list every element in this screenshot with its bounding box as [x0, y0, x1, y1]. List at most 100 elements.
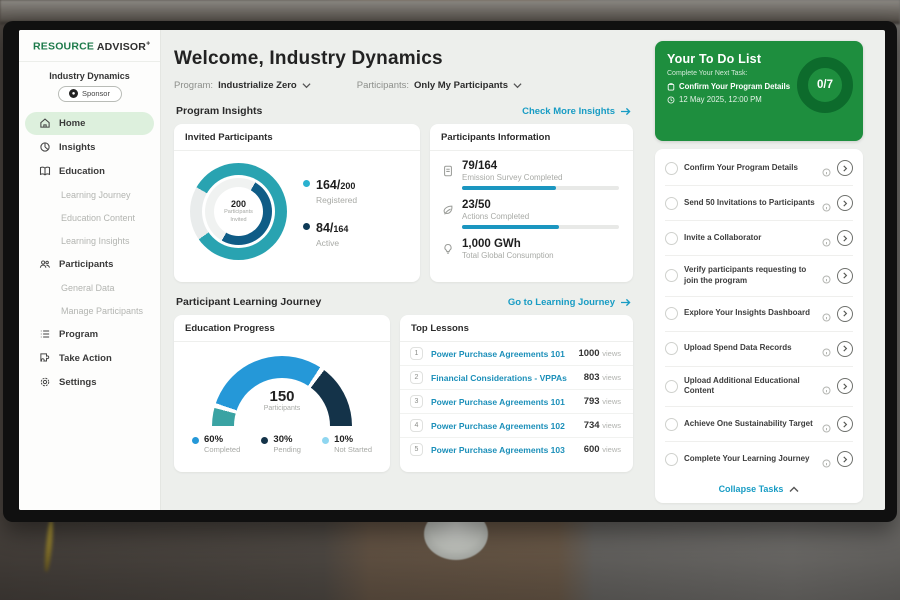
- chevron-up-icon: [789, 486, 799, 493]
- task-checkbox[interactable]: [665, 197, 678, 210]
- task-open-button[interactable]: [837, 160, 853, 176]
- sponsor-badge[interactable]: ● Sponsor: [58, 86, 122, 102]
- bulb-icon: [442, 242, 454, 254]
- task-open-button[interactable]: [837, 306, 853, 322]
- legend-not-started: 10%Not Started: [322, 434, 372, 454]
- sidebar-item-manage-participants[interactable]: Manage Participants: [25, 300, 154, 322]
- legend-registered: 164/200 Registered: [303, 176, 357, 205]
- sidebar: RESOURCE ADVISOR+ Industry Dynamics ● Sp…: [19, 30, 161, 510]
- sidebar-item-insights[interactable]: Insights: [25, 136, 154, 159]
- task-open-button[interactable]: [837, 416, 853, 432]
- education-gauge-legend: 60%Completed 30%Pending 10%Not Started: [184, 430, 380, 454]
- todo-due-date: 12 May 2025, 12:00 PM: [667, 95, 797, 104]
- people-icon: [39, 258, 51, 270]
- lesson-link[interactable]: Power Purchase Agreements 102: [431, 421, 584, 431]
- info-icon: [822, 382, 831, 391]
- section-title: Participant Learning Journey: [176, 296, 321, 308]
- todo-summary-card: Your To Do List Complete Your Next Task:…: [655, 41, 863, 141]
- sidebar-item-settings[interactable]: Settings: [25, 371, 154, 394]
- sidebar-item-learning-insights[interactable]: Learning Insights: [25, 230, 154, 252]
- task-open-button[interactable]: [837, 451, 853, 467]
- task-row: Achieve One Sustainability Target: [665, 407, 853, 442]
- gear-icon: [39, 376, 51, 388]
- participants-dropdown[interactable]: Participants: Only My Participants: [357, 80, 522, 91]
- task-open-button[interactable]: [837, 341, 853, 357]
- program-insights-header: Program Insights Check More Insights: [176, 105, 631, 117]
- stat-actions-completed: 23/50 Actions Completed: [442, 199, 619, 229]
- check-more-insights-link[interactable]: Check More Insights: [522, 106, 631, 117]
- lesson-link[interactable]: Power Purchase Agreements 103: [431, 445, 584, 455]
- page-title: Welcome, Industry Dynamics: [174, 48, 633, 70]
- task-row: Confirm Your Program Details: [665, 151, 853, 186]
- legend-active: 84/164 Active: [303, 219, 357, 248]
- tasks-list-card: Confirm Your Program Details Send 50 Inv…: [655, 149, 863, 503]
- task-checkbox[interactable]: [665, 380, 678, 393]
- task-open-button[interactable]: [837, 195, 853, 211]
- info-icon: [822, 164, 831, 173]
- task-row: Upload Additional Educational Content: [665, 367, 853, 408]
- insights-icon: [39, 141, 51, 153]
- program-dropdown[interactable]: Program: Industrialize Zero: [174, 80, 311, 91]
- main-content: Welcome, Industry Dynamics Program: Indu…: [161, 30, 649, 510]
- collapse-tasks-link[interactable]: Collapse Tasks: [665, 476, 853, 503]
- info-icon: [822, 420, 831, 429]
- lightblue-dot-icon: [322, 437, 329, 444]
- navy-dot-icon: [261, 437, 268, 444]
- legend-pending: 30%Pending: [261, 434, 301, 454]
- chevron-down-icon: [513, 81, 522, 90]
- task-checkbox[interactable]: [665, 453, 678, 466]
- info-icon: [822, 271, 831, 280]
- top-lessons-card: Top Lessons 1 Power Purchase Agreements …: [400, 315, 633, 472]
- navy-dot-icon: [303, 223, 310, 230]
- card-title: Top Lessons: [400, 315, 633, 342]
- todo-next-task: Confirm Your Program Details: [667, 82, 797, 91]
- blue-dot-icon: [192, 437, 199, 444]
- chevron-down-icon: [302, 81, 311, 90]
- task-row: Send 50 Invitations to Participants: [665, 186, 853, 221]
- info-icon: [822, 234, 831, 243]
- lesson-link[interactable]: Power Purchase Agreements 101: [431, 397, 584, 407]
- lesson-link[interactable]: Financial Considerations - VPPAs: [431, 373, 584, 383]
- todo-panel: Your To Do List Complete Your Next Task:…: [649, 30, 885, 510]
- room-shadow: [0, 510, 900, 600]
- task-checkbox[interactable]: [665, 342, 678, 355]
- task-row: Explore Your Insights Dashboard: [665, 297, 853, 332]
- sidebar-item-home[interactable]: Home: [25, 112, 154, 135]
- clipboard-icon: [667, 83, 675, 91]
- sidebar-item-learning-journey[interactable]: Learning Journey: [25, 184, 154, 206]
- sidebar-item-general-data[interactable]: General Data: [25, 277, 154, 299]
- task-checkbox[interactable]: [665, 307, 678, 320]
- education-gauge-chart: 150 Participants: [212, 356, 352, 426]
- book-icon: [39, 165, 51, 177]
- sidebar-item-education[interactable]: Education: [25, 160, 154, 183]
- progress-bar: [462, 225, 619, 229]
- list-icon: [39, 328, 51, 340]
- progress-bar: [462, 186, 619, 190]
- go-to-learning-journey-link[interactable]: Go to Learning Journey: [508, 297, 631, 308]
- lesson-link[interactable]: Power Purchase Agreements 101: [431, 349, 578, 359]
- task-open-button[interactable]: [837, 378, 853, 394]
- sidebar-item-participants[interactable]: Participants: [25, 253, 154, 276]
- todo-title: Your To Do List: [667, 52, 797, 66]
- logo-text-advisor: ADVISOR+: [97, 41, 151, 53]
- card-title: Invited Participants: [174, 124, 420, 151]
- lesson-row: 1 Power Purchase Agreements 101 1000 vie…: [400, 342, 633, 366]
- sidebar-item-take-action[interactable]: Take Action: [25, 347, 154, 370]
- org-name: Industry Dynamics: [19, 71, 160, 81]
- card-title: Participants Information: [430, 124, 633, 151]
- task-checkbox[interactable]: [665, 418, 678, 431]
- participants-information-card: Participants Information 79/164 Emission…: [430, 124, 633, 282]
- info-icon: [822, 199, 831, 208]
- task-checkbox[interactable]: [665, 162, 678, 175]
- sidebar-item-program[interactable]: Program: [25, 323, 154, 346]
- filter-bar: Program: Industrialize Zero Participants…: [174, 80, 633, 91]
- sidebar-item-education-content[interactable]: Education Content: [25, 207, 154, 229]
- app-logo: RESOURCE ADVISOR+: [19, 40, 160, 62]
- task-checkbox[interactable]: [665, 232, 678, 245]
- dashboard-screen: RESOURCE ADVISOR+ Industry Dynamics ● Sp…: [19, 30, 885, 510]
- task-checkbox[interactable]: [665, 269, 678, 282]
- task-open-button[interactable]: [837, 230, 853, 246]
- task-open-button[interactable]: [837, 268, 853, 284]
- task-row: Verify participants requesting to join t…: [665, 256, 853, 297]
- card-title: Education Progress: [174, 315, 390, 342]
